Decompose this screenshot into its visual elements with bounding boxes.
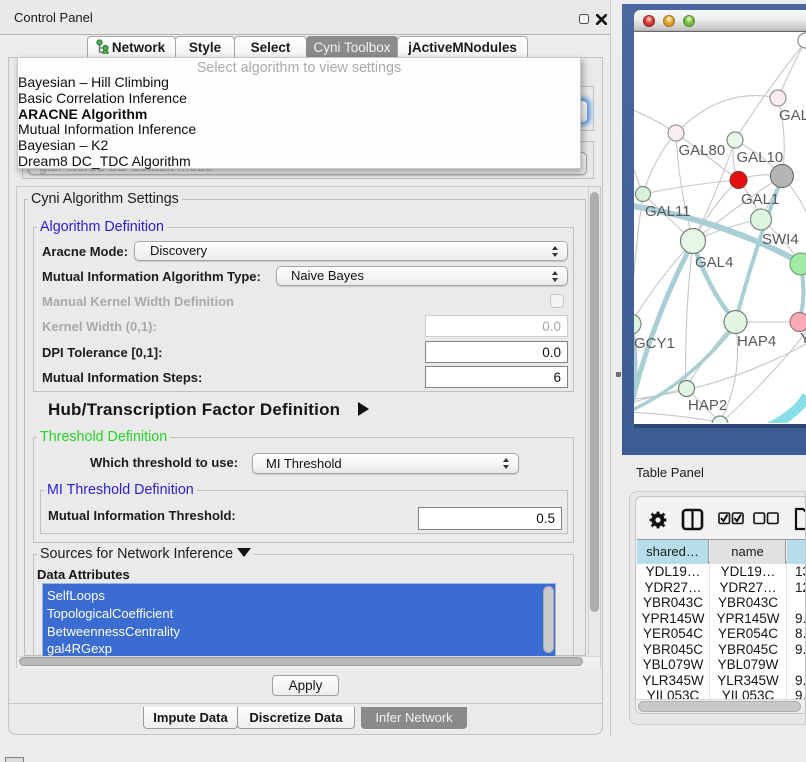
svg-text:SWI4: SWI4 — [762, 231, 799, 248]
svg-text:GAL1: GAL1 — [741, 191, 779, 208]
svg-text:HAP2: HAP2 — [688, 397, 727, 414]
svg-text:GCY1: GCY1 — [634, 335, 675, 352]
svg-text:HAP4: HAP4 — [737, 333, 776, 350]
svg-text:GAL2: GAL2 — [779, 107, 806, 124]
svg-text:GAL10: GAL10 — [737, 149, 784, 166]
svg-text:Y: Y — [800, 330, 806, 347]
svg-text:GAL11: GAL11 — [645, 203, 691, 220]
svg-text:GAL80: GAL80 — [679, 142, 726, 159]
svg-text:GAL4: GAL4 — [695, 254, 733, 271]
